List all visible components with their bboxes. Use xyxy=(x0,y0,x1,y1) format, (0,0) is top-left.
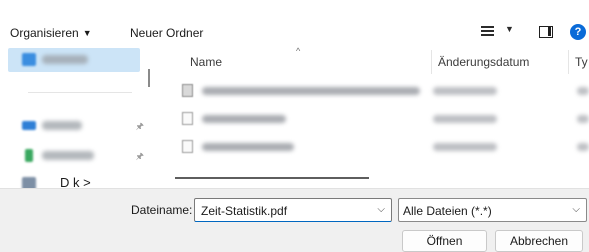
pin-icon: 🖈 xyxy=(135,121,144,131)
filetype-select[interactable]: Alle Dateien (*.*) ⌵ xyxy=(398,198,587,222)
chevron-down-icon: ▼ xyxy=(505,24,514,34)
pdf-file-icon xyxy=(182,84,193,97)
file-name-blurred xyxy=(202,115,286,123)
view-options-button[interactable]: ▼ xyxy=(481,23,521,41)
file-name-blurred xyxy=(202,87,420,95)
file-date-blurred xyxy=(433,87,497,95)
documents-icon xyxy=(22,177,36,188)
toolbar: Organisieren ▼ Neuer Ordner ▼ ? xyxy=(0,0,589,44)
file-name-blurred xyxy=(202,143,294,151)
column-header-date[interactable]: Änderungsdatum xyxy=(438,49,529,75)
horizontal-scrollbar[interactable] xyxy=(175,177,369,179)
nav-scrollbar[interactable] xyxy=(148,69,150,87)
nav-label-blurred xyxy=(42,55,88,64)
nav-item-onedrive[interactable]: 🖈 xyxy=(8,114,148,138)
preview-pane-icon[interactable] xyxy=(539,26,553,38)
column-divider[interactable] xyxy=(568,50,569,74)
pin-icon: 🖈 xyxy=(135,151,144,161)
file-type-blurred xyxy=(577,87,589,95)
navigation-pane: 🖈 🖈 D k > xyxy=(0,44,160,188)
file-row[interactable] xyxy=(160,108,589,130)
filename-value: Zeit-Statistik.pdf xyxy=(201,204,288,218)
filename-label: Dateiname: xyxy=(131,203,193,217)
sort-ascending-icon: ^ xyxy=(296,46,301,56)
cancel-button[interactable]: Abbrechen xyxy=(495,230,583,252)
chevron-down-icon: ▼ xyxy=(82,28,92,38)
cloud-icon xyxy=(22,121,36,130)
filetype-value: Alle Dateien (*.*) xyxy=(403,204,492,218)
dialog-footer: Dateiname: Zeit-Statistik.pdf ⌵ Alle Dat… xyxy=(0,188,589,252)
nav-item-partial-label: D k > xyxy=(60,176,91,188)
help-icon[interactable]: ? xyxy=(570,24,586,40)
file-date-blurred xyxy=(433,115,497,123)
filename-input[interactable]: Zeit-Statistik.pdf ⌵ xyxy=(194,198,392,222)
document-file-icon xyxy=(182,140,193,153)
document-file-icon xyxy=(182,112,193,125)
nav-divider xyxy=(28,92,132,93)
chevron-down-icon[interactable]: ⌵ xyxy=(377,204,385,215)
column-header-type[interactable]: Ty xyxy=(575,49,588,75)
nav-item-downloads[interactable]: 🖈 xyxy=(8,144,148,168)
nav-label-blurred xyxy=(42,121,82,130)
nav-item-selected[interactable] xyxy=(8,48,140,72)
folder-icon xyxy=(22,53,36,66)
file-row[interactable] xyxy=(160,136,589,158)
file-date-blurred xyxy=(433,143,497,151)
organize-label: Organisieren xyxy=(10,26,79,40)
file-type-blurred xyxy=(577,115,589,123)
open-button[interactable]: Öffnen xyxy=(402,230,487,252)
chevron-down-icon: ⌵ xyxy=(572,204,580,215)
file-row[interactable] xyxy=(160,80,589,102)
new-folder-button[interactable]: Neuer Ordner xyxy=(130,25,203,41)
column-header-name[interactable]: Name xyxy=(190,49,222,75)
download-icon xyxy=(25,149,33,162)
file-list: Name ^ Änderungsdatum Ty xyxy=(160,44,589,188)
nav-label-blurred xyxy=(42,151,94,160)
file-type-blurred xyxy=(577,143,589,151)
list-view-icon xyxy=(481,26,494,37)
column-divider[interactable] xyxy=(431,50,432,74)
organize-menu-button[interactable]: Organisieren ▼ xyxy=(10,25,92,41)
